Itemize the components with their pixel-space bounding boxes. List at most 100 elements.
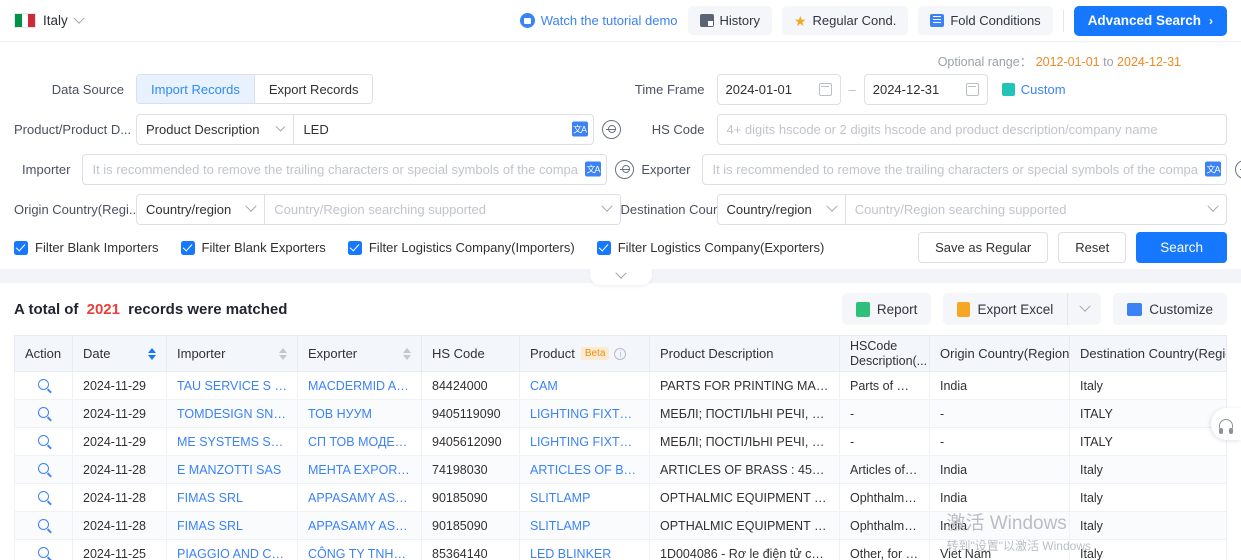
export-excel-button[interactable]: Export Excel — [943, 293, 1067, 325]
search-button[interactable]: Search — [1136, 232, 1227, 263]
regular-cond-button[interactable]: ★ Regular Cond. — [781, 6, 909, 35]
cell-hscode-description: Other, for a cu... — [839, 539, 930, 560]
time-from-input[interactable]: 2024-01-01 — [716, 73, 841, 105]
checkbox-filter-blank-importers[interactable]: Filter Blank Importers — [14, 240, 159, 255]
exporter-input[interactable]: It is recommended to remove the trailing… — [703, 162, 1226, 177]
checkbox-filter-logistics-importers[interactable]: Filter Logistics Company(Importers) — [347, 240, 575, 255]
optional-range-from: 2012-01-01 — [1035, 55, 1100, 69]
search-icon[interactable] — [38, 434, 49, 446]
translate-icon[interactable]: 文A — [1205, 161, 1221, 177]
customize-button[interactable]: Customize — [1113, 293, 1227, 325]
importer-label: Importer — [22, 161, 71, 177]
column-exporter[interactable]: Exporter — [297, 335, 422, 372]
column-importer[interactable]: Importer — [166, 335, 298, 372]
checkbox-filter-logistics-exporters[interactable]: Filter Logistics Company(Exporters) — [596, 240, 824, 255]
product-field[interactable]: Product Description LED 文A — [136, 113, 594, 145]
cell-product[interactable]: LED BLINKER — [519, 539, 650, 560]
row-detail-button[interactable] — [14, 399, 73, 428]
custom-range-button[interactable]: Custom — [1001, 82, 1066, 97]
cell-exporter[interactable]: СП ТОВ МОДЕРН Е... — [297, 427, 422, 456]
advanced-search-button[interactable]: Advanced Search › — [1073, 5, 1227, 36]
chevron-down-icon — [826, 200, 838, 212]
hs-code-input[interactable]: 4+ digits hscode or 2 digits hscode and … — [718, 122, 1227, 137]
destination-country-input[interactable]: Country/Region searching supported — [846, 200, 1226, 217]
importer-clear-icon[interactable] — [615, 159, 634, 179]
translate-icon[interactable]: 文A — [571, 121, 588, 137]
cell-product[interactable]: LIGHTING FIXTURE — [519, 427, 650, 456]
importer-input[interactable]: It is recommended to remove the trailing… — [83, 162, 606, 177]
support-widget-button[interactable] — [1211, 408, 1241, 440]
cell-importer[interactable]: E MANZOTTI SAS — [166, 455, 298, 484]
origin-country-input[interactable]: Country/Region searching supported — [265, 200, 619, 217]
search-icon[interactable] — [38, 490, 49, 502]
import-records-tab[interactable]: Import Records — [137, 75, 254, 103]
origin-country-placeholder: Country/Region searching supported — [274, 201, 487, 217]
search-icon[interactable] — [38, 546, 49, 558]
time-to-input[interactable]: 2024-12-31 — [863, 73, 988, 105]
row-detail-button[interactable] — [14, 511, 73, 540]
cell-exporter[interactable]: APPASAMY ASSOCI... — [297, 483, 422, 512]
data-source-segment[interactable]: Import Records Export Records — [136, 74, 374, 104]
save-as-regular-button[interactable]: Save as Regular — [918, 232, 1049, 263]
product-search-input[interactable]: LED — [294, 122, 592, 137]
export-records-tab[interactable]: Export Records — [253, 75, 373, 103]
importer-field[interactable]: It is recommended to remove the trailing… — [82, 153, 607, 185]
cell-exporter[interactable]: MACDERMID ALPH... — [297, 371, 422, 400]
collapse-panel-toggle[interactable] — [589, 267, 652, 285]
checkbox-filter-blank-exporters[interactable]: Filter Blank Exporters — [180, 240, 326, 255]
cell-product[interactable]: SLITLAMP — [519, 511, 650, 540]
row-detail-button[interactable] — [14, 427, 73, 456]
exporter-field[interactable]: It is recommended to remove the trailing… — [702, 153, 1227, 185]
cell-importer[interactable]: FIMAS SRL — [166, 483, 298, 512]
cell-product[interactable]: SLITLAMP — [519, 483, 650, 512]
country-selector[interactable]: Italy — [14, 12, 85, 28]
cell-exporter[interactable]: CÔNG TY TNHH ST... — [297, 539, 422, 560]
column-date-label: Date — [83, 346, 111, 361]
search-icon[interactable] — [38, 378, 49, 390]
exporter-clear-icon[interactable] — [1235, 159, 1241, 179]
product-clear-icon[interactable] — [601, 119, 621, 139]
cell-product[interactable]: CAM — [519, 371, 650, 400]
search-icon[interactable] — [38, 406, 49, 418]
row-detail-button[interactable] — [14, 455, 73, 484]
reset-button[interactable]: Reset — [1058, 232, 1127, 263]
search-icon[interactable] — [38, 462, 49, 474]
row-detail-button[interactable] — [14, 539, 73, 560]
cell-importer[interactable]: ME SYSTEMS SRL IT... — [166, 427, 298, 456]
watch-tutorial-link[interactable]: Watch the tutorial demo — [519, 13, 678, 28]
destination-type-select[interactable]: Country/region — [718, 194, 846, 224]
export-excel-dropdown[interactable] — [1067, 293, 1101, 325]
cell-importer[interactable]: PIAGGIO AND C SPA — [166, 539, 298, 560]
cell-destination-country: Italy — [1069, 455, 1227, 484]
product-type-select[interactable]: Product Description — [137, 114, 295, 144]
hs-code-field[interactable]: 4+ digits hscode or 2 digits hscode and … — [716, 113, 1227, 145]
cell-importer[interactable]: FIMAS SRL — [166, 511, 298, 540]
report-button[interactable]: Report — [841, 293, 932, 325]
cell-product[interactable]: LIGHTING FIXTURE — [519, 399, 650, 428]
sort-icon[interactable] — [148, 347, 156, 360]
origin-type-select[interactable]: Country/region — [137, 194, 266, 224]
history-button[interactable]: History — [687, 6, 772, 35]
cell-origin-country: India — [929, 455, 1070, 484]
cell-exporter[interactable]: ТОВ НУУМ — [297, 399, 422, 428]
destination-country-field[interactable]: Country/region Country/Region searching … — [716, 193, 1227, 225]
column-date[interactable]: Date — [72, 335, 167, 372]
cell-destination-country: Italy — [1069, 539, 1227, 560]
translate-icon[interactable]: 文A — [585, 161, 601, 177]
cell-product[interactable]: ARTICLES OF BRASS — [519, 455, 650, 484]
sort-icon[interactable] — [403, 347, 411, 360]
row-detail-button[interactable] — [14, 483, 73, 512]
origin-country-field[interactable]: Country/region Country/Region searching … — [136, 193, 621, 225]
fold-conditions-label: Fold Conditions — [950, 13, 1041, 28]
cell-exporter[interactable]: MEHTA EXPORTS — [297, 455, 422, 484]
cell-importer[interactable]: TAU SERVICE S R L — [166, 371, 298, 400]
fold-conditions-button[interactable]: Fold Conditions — [918, 6, 1053, 35]
destination-type-value: Country/region — [726, 201, 812, 217]
search-icon[interactable] — [38, 518, 49, 530]
row-detail-button[interactable] — [14, 371, 73, 400]
sort-icon[interactable] — [279, 347, 287, 360]
cell-exporter[interactable]: APPASAMY ASSOCI... — [297, 511, 422, 540]
checkbox-checked-icon — [180, 240, 195, 255]
info-icon[interactable]: i — [614, 347, 627, 360]
cell-importer[interactable]: TOMDESIGN SNC C S... — [166, 399, 298, 428]
